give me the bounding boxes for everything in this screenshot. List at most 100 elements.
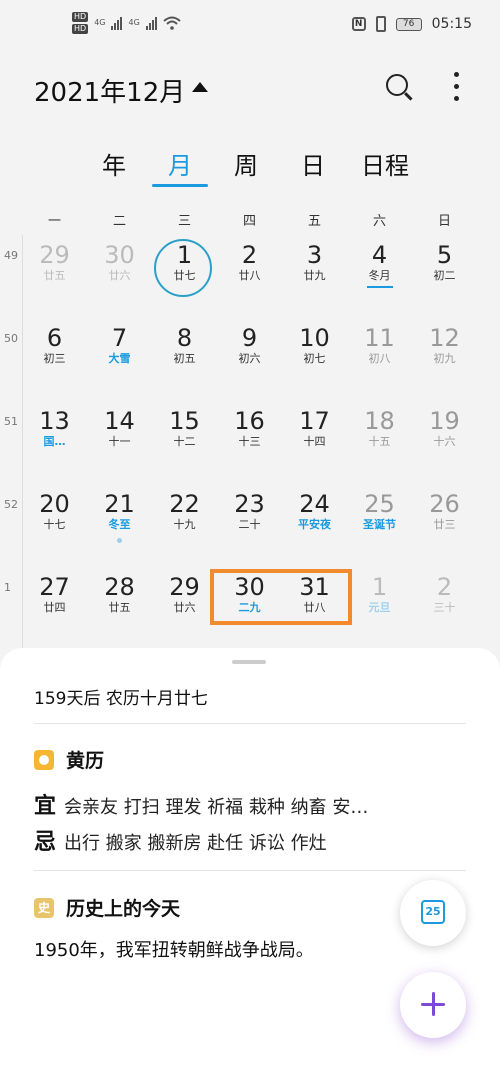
day-cell[interactable]: 17 十四	[282, 401, 347, 484]
week-number: 52	[4, 498, 18, 511]
lunar-label: 大雪	[108, 352, 131, 365]
hd-badge: HD	[72, 24, 89, 34]
week-number: 49	[4, 249, 18, 262]
day-number: 24	[299, 490, 330, 518]
tab-day[interactable]: 日	[283, 146, 343, 181]
day-number: 29	[39, 241, 70, 269]
day-cell[interactable]: 1 廿七	[152, 235, 217, 318]
day-cell[interactable]: 26 廿三	[412, 484, 477, 567]
status-time: 05:15	[431, 16, 472, 32]
day-number: 7	[111, 324, 128, 352]
day-cell[interactable]: 1 元旦	[347, 567, 412, 650]
lunar-label: 初二	[433, 269, 456, 282]
day-cell[interactable]: 9 初六	[217, 318, 282, 401]
lunar-label: 平安夜	[298, 518, 331, 531]
month-title[interactable]: 2021年12月	[34, 72, 185, 109]
day-cell[interactable]: 14 十一	[87, 401, 152, 484]
tab-month[interactable]: 月	[150, 146, 210, 187]
day-number: 3	[306, 241, 323, 269]
status-right: N 76 05:15	[351, 16, 472, 32]
tab-year[interactable]: 年	[84, 146, 144, 181]
month-start-marker	[366, 286, 393, 288]
lunar-label: 十二	[173, 435, 196, 448]
day-cell[interactable]: 20 十七	[22, 484, 87, 567]
week-number-column: 49 50 51 52 1	[0, 235, 23, 655]
day-cell[interactable]: 18 十五	[347, 401, 412, 484]
day-cell[interactable]: 30 廿六	[87, 235, 152, 318]
day-cell[interactable]: 24 平安夜	[282, 484, 347, 567]
lunar-label: 廿八	[238, 269, 261, 282]
weekday-label: 四	[242, 214, 256, 229]
day-cell[interactable]: 23 二十	[217, 484, 282, 567]
day-number: 12	[429, 324, 460, 352]
lunar-label: 元旦	[368, 601, 391, 614]
weekday-label: 五	[307, 214, 321, 229]
day-cell[interactable]: 8 初五	[152, 318, 217, 401]
more-icon[interactable]	[454, 72, 460, 102]
day-cell[interactable]: 21 冬至	[87, 484, 152, 567]
day-cell[interactable]: 29 廿五	[22, 235, 87, 318]
day-number: 18	[364, 407, 395, 435]
ji-items: 出行 搬家 搬新房 赴任 诉讼 作灶	[64, 833, 327, 854]
add-event-button[interactable]	[400, 972, 466, 1038]
day-cell[interactable]: 7 大雪	[87, 318, 152, 401]
day-cell[interactable]: 27 廿四	[22, 567, 87, 650]
history-section[interactable]: 历史上的今天	[34, 894, 180, 921]
status-bar: HD HD 4G 4G N 76 05:15	[0, 0, 500, 56]
day-number: 8	[176, 324, 193, 352]
day-cell[interactable]: 25 圣诞节	[347, 484, 412, 567]
day-cell[interactable]: 3 廿九	[282, 235, 347, 318]
caret-up-icon[interactable]	[192, 82, 208, 92]
lunar-label: 十九	[173, 518, 196, 531]
day-cell[interactable]: 19 十六	[412, 401, 477, 484]
day-number: 17	[299, 407, 330, 435]
day-cell[interactable]: 29 廿六	[152, 567, 217, 650]
yi-label: 宜	[34, 794, 57, 819]
today-button[interactable]: 25	[400, 880, 466, 946]
almanac-section[interactable]: 黄历	[34, 746, 104, 773]
day-number: 2	[241, 241, 258, 269]
lunar-label: 廿七	[173, 269, 196, 282]
drag-handle[interactable]	[232, 660, 266, 664]
day-cell[interactable]: 22 十九	[152, 484, 217, 567]
day-cell[interactable]: 2 三十	[412, 567, 477, 650]
network-type: 4G	[94, 18, 106, 27]
day-cell[interactable]: 15 十二	[152, 401, 217, 484]
weekday-header: 一 二 三 四 五 六 日	[22, 210, 500, 230]
day-number: 19	[429, 407, 460, 435]
selection-highlight	[210, 569, 352, 625]
weekday-label: 二	[112, 214, 126, 229]
day-number: 13	[39, 407, 70, 435]
day-cell[interactable]: 2 廿八	[217, 235, 282, 318]
countdown-text: 159天后 农历十月廿七	[34, 689, 208, 709]
day-number: 6	[46, 324, 63, 352]
day-cell[interactable]: 10 初七	[282, 318, 347, 401]
day-cell[interactable]: 12 初九	[412, 318, 477, 401]
day-cell[interactable]: 6 初三	[22, 318, 87, 401]
lunar-label: 十三	[238, 435, 261, 448]
tab-schedule[interactable]: 日程	[355, 146, 415, 181]
day-cell[interactable]: 4 冬月	[347, 235, 412, 318]
day-cell[interactable]: 5 初二	[412, 235, 477, 318]
weekday-label: 一	[47, 214, 61, 229]
almanac-title: 黄历	[66, 750, 105, 772]
day-cell[interactable]: 16 十三	[217, 401, 282, 484]
calendar-icon: 25	[421, 900, 445, 924]
day-number: 4	[371, 241, 388, 269]
lunar-label: 十七	[43, 518, 66, 531]
day-number: 15	[169, 407, 200, 435]
day-cell[interactable]: 13 国…	[22, 401, 87, 484]
day-cell[interactable]: 11 初八	[347, 318, 412, 401]
day-number: 2	[436, 573, 453, 601]
divider	[34, 723, 466, 724]
day-number: 1	[371, 573, 388, 601]
search-icon[interactable]	[386, 74, 408, 96]
lunar-label: 初九	[433, 352, 456, 365]
day-cell[interactable]: 28 廿五	[87, 567, 152, 650]
plus-icon	[432, 992, 435, 1016]
lunar-label: 廿六	[173, 601, 196, 614]
day-number: 28	[104, 573, 135, 601]
tab-week[interactable]: 周	[216, 146, 276, 181]
lunar-label: 廿五	[43, 269, 66, 282]
battery-icon: 76	[395, 17, 422, 31]
